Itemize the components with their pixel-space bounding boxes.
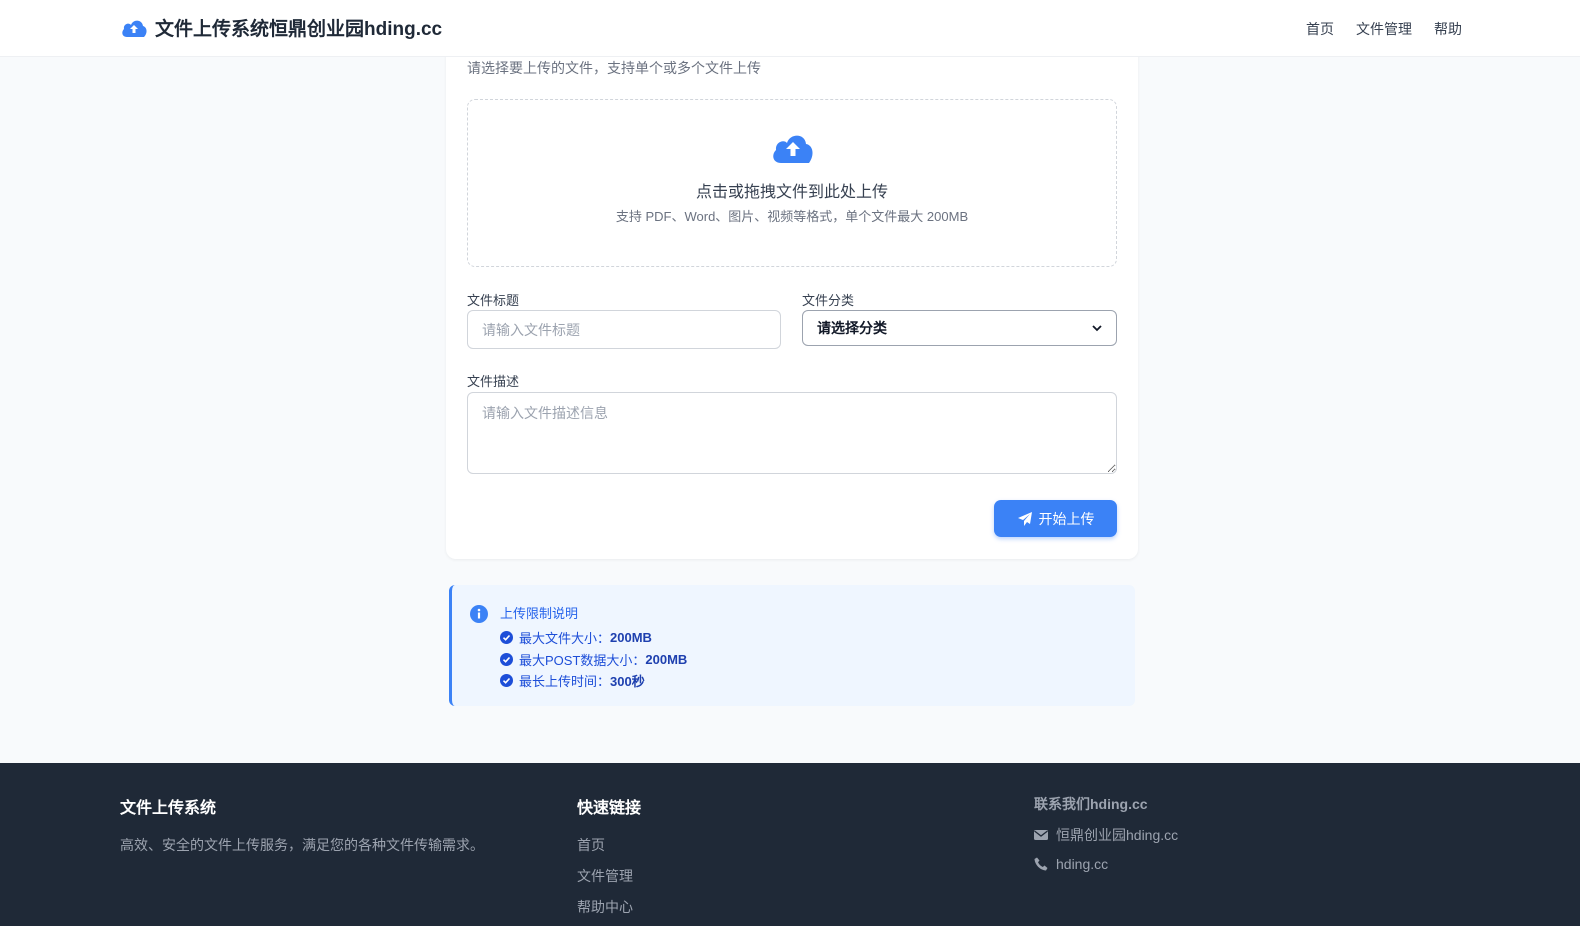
limit-label: 最大POST数据大小： bbox=[519, 652, 646, 668]
footer-about-text: 高效、安全的文件上传服务，满足您的各种文件传输需求。 bbox=[120, 837, 484, 853]
limit-value: 200MB bbox=[645, 651, 688, 667]
upload-subtitle: 请选择要上传的文件，支持单个或多个文件上传 bbox=[467, 60, 761, 76]
title-input[interactable] bbox=[467, 310, 781, 349]
check-circle-icon bbox=[500, 631, 513, 645]
footer-about: 文件上传系统 高效、安全的文件上传服务，满足您的各种文件传输需求。 bbox=[120, 794, 484, 855]
info-circle-icon bbox=[470, 605, 488, 623]
check-circle-icon bbox=[500, 674, 513, 688]
top-header: 文件上传系统恒鼎创业园hding.cc 首页 文件管理 帮助 bbox=[0, 0, 1580, 57]
file-dropzone[interactable]: 点击或拖拽文件到此处上传 支持 PDF、Word、图片、视频等格式，单个文件最大… bbox=[467, 99, 1117, 267]
upload-limits-notice: 上传限制说明 最大文件大小： 200MB 最大POST数据大小： 200MB 最长上… bbox=[449, 585, 1135, 706]
chevron-down-icon bbox=[1092, 325, 1102, 332]
footer-contact-title: 联系我们hding.cc bbox=[1034, 796, 1148, 812]
contact-email-text: 恒鼎创业园hding.cc bbox=[1056, 827, 1179, 843]
list-item: 最长上传时间： 300秒 bbox=[500, 670, 687, 692]
description-label: 文件描述 bbox=[467, 374, 520, 389]
category-select[interactable]: 请选择分类 bbox=[802, 310, 1117, 346]
category-selected-value: 请选择分类 bbox=[817, 320, 887, 336]
footer-link-help-center[interactable]: 帮助中心 bbox=[577, 897, 641, 917]
brand[interactable]: 文件上传系统恒鼎创业园hding.cc bbox=[120, 14, 442, 41]
limits-list: 最大文件大小： 200MB 最大POST数据大小： 200MB 最长上传时间： 300… bbox=[500, 627, 687, 692]
main-nav: 首页 文件管理 帮助 bbox=[1306, 19, 1462, 39]
paper-plane-icon bbox=[1017, 511, 1032, 526]
category-label: 文件分类 bbox=[802, 293, 855, 308]
contact-email[interactable]: 恒鼎创业园hding.cc bbox=[1034, 825, 1178, 845]
limit-value: 200MB bbox=[610, 630, 652, 646]
contact-phone-text: hding.cc bbox=[1056, 856, 1109, 872]
limit-label: 最大文件大小： bbox=[519, 631, 611, 647]
footer-link-home[interactable]: 首页 bbox=[577, 835, 641, 855]
dropzone-hint: 支持 PDF、Word、图片、视频等格式，单个文件最大 200MB bbox=[615, 209, 969, 224]
limit-label: 最长上传时间： bbox=[519, 674, 611, 690]
site-footer: 文件上传系统 高效、安全的文件上传服务，满足您的各种文件传输需求。 快速链接 首… bbox=[0, 763, 1580, 926]
nav-home[interactable]: 首页 bbox=[1306, 19, 1334, 39]
contact-phone[interactable]: hding.cc bbox=[1034, 856, 1178, 872]
footer-about-title: 文件上传系统 bbox=[120, 800, 217, 817]
nav-help[interactable]: 帮助 bbox=[1434, 19, 1462, 39]
limits-title: 上传限制说明 bbox=[500, 606, 579, 621]
description-textarea[interactable] bbox=[467, 392, 1117, 474]
site-title: 文件上传系统恒鼎创业园hding.cc bbox=[155, 19, 443, 40]
nav-file-manage[interactable]: 文件管理 bbox=[1356, 19, 1412, 39]
footer-links-title: 快速链接 bbox=[577, 800, 642, 817]
start-upload-button[interactable]: 开始上传 bbox=[994, 500, 1117, 537]
footer-contact: 联系我们hding.cc 恒鼎创业园hding.cc hding.cc bbox=[1034, 794, 1178, 883]
envelope-icon bbox=[1034, 830, 1048, 840]
limit-value: 300秒 bbox=[610, 674, 645, 690]
footer-link-file-manage[interactable]: 文件管理 bbox=[577, 866, 641, 886]
cloud-upload-icon bbox=[773, 135, 813, 163]
dropzone-title: 点击或拖拽文件到此处上传 bbox=[695, 184, 888, 201]
upload-card: 请选择要上传的文件，支持单个或多个文件上传 点击或拖拽文件到此处上传 支持 PD… bbox=[446, 40, 1138, 559]
cloud-upload-icon bbox=[122, 20, 147, 37]
list-item: 最大文件大小： 200MB bbox=[500, 627, 687, 649]
check-circle-icon bbox=[500, 652, 513, 666]
start-upload-label: 开始上传 bbox=[1038, 510, 1095, 527]
list-item: 最大POST数据大小： 200MB bbox=[500, 649, 687, 671]
title-label: 文件标题 bbox=[467, 293, 520, 308]
footer-quick-links: 快速链接 首页 文件管理 帮助中心 bbox=[577, 794, 641, 926]
phone-icon bbox=[1034, 857, 1048, 871]
